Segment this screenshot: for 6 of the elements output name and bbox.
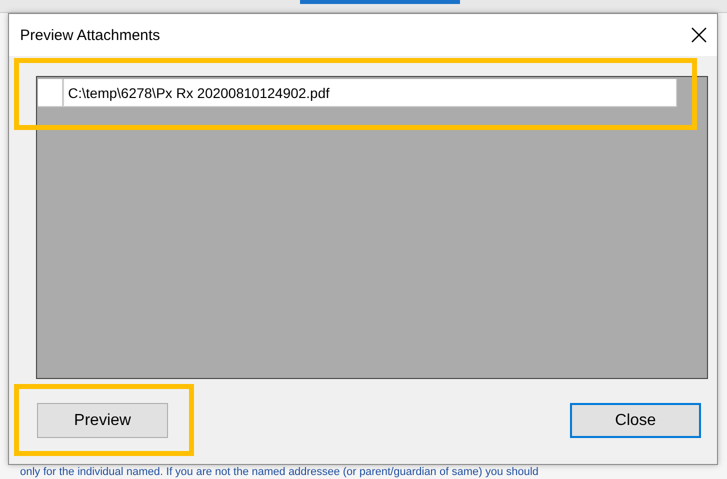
close-button[interactable]: Close [570, 403, 701, 438]
background-text: only for the individual named. If you are not the named addressee (or parent/guardian of same) you should [19, 465, 540, 479]
close-icon[interactable] [691, 27, 707, 43]
preview-button[interactable]: Preview [37, 403, 168, 438]
window-title: Preview Attachments [20, 26, 160, 44]
file-path-cell[interactable]: C:\temp\6278\Px Rx 20200810124902.pdf [63, 79, 677, 107]
